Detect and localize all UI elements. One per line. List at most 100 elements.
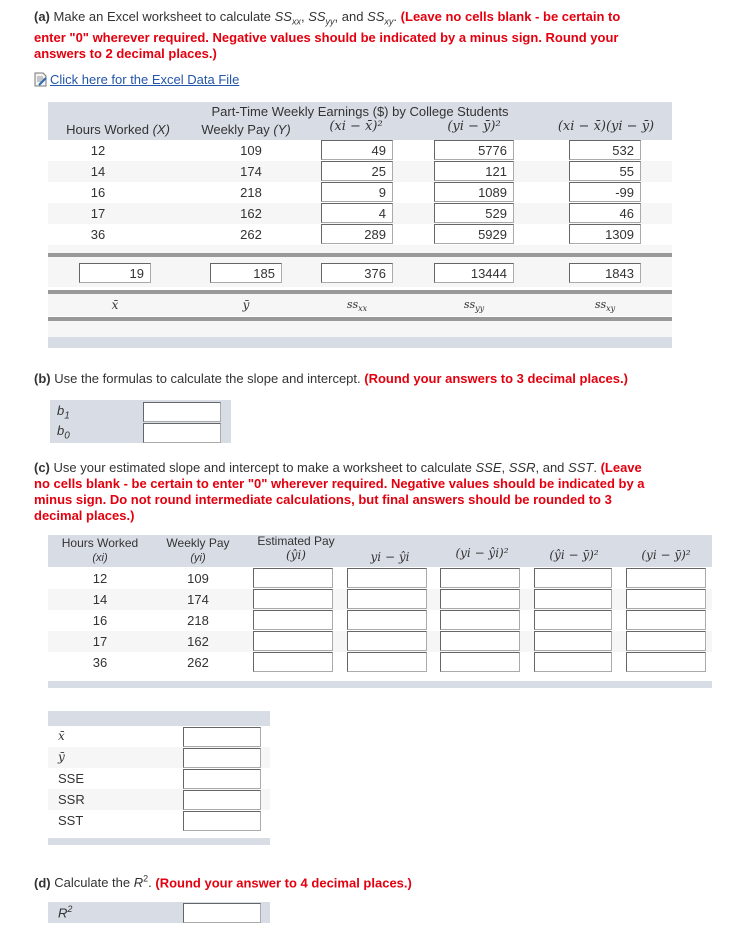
dx-squared-input[interactable]: 9 (321, 182, 393, 202)
xbar-summary-input[interactable] (183, 727, 261, 747)
ybar-summary-input[interactable] (183, 748, 261, 768)
pay-cell: 174 (240, 164, 262, 179)
hours-cell: 16 (92, 613, 108, 628)
residual-squared-input[interactable] (440, 568, 520, 588)
estimated-pay-input[interactable] (253, 568, 333, 588)
residual-input[interactable] (347, 631, 427, 651)
estimated-pay-input[interactable] (253, 652, 333, 672)
part-a-question: (a) Make an Excel worksheet to calculate… (34, 9, 644, 62)
pay-cell: 162 (187, 634, 209, 649)
regression-squared-input[interactable] (534, 631, 612, 651)
dx-squared-input[interactable]: 4 (321, 203, 393, 223)
excel-file-icon (34, 72, 48, 87)
residual-squared-input[interactable] (440, 631, 520, 651)
total-squared-input[interactable] (626, 568, 706, 588)
dy-squared-input[interactable]: 1089 (434, 182, 514, 202)
dxdy-input[interactable]: 55 (569, 161, 641, 181)
header-dxdy: (xi − x̄)(yi − ȳ) (557, 119, 655, 134)
residual-input[interactable] (347, 589, 427, 609)
ssyy-input[interactable]: 13444 (434, 263, 514, 283)
b0-label: b0 (57, 423, 70, 442)
estimated-pay-input[interactable] (253, 610, 333, 630)
ssxy-input[interactable]: 1843 (569, 263, 641, 283)
ssxy-label: ssxy (594, 298, 616, 314)
regression-squared-input[interactable] (534, 568, 612, 588)
estimated-pay-input[interactable] (253, 589, 333, 609)
part-c-question: (c) Use your estimated slope and interce… (34, 460, 654, 524)
part-c-text: Use your estimated slope and intercept t… (53, 460, 597, 475)
header-dy-squared: (yi − ȳ)² (447, 119, 501, 134)
b1-input[interactable] (143, 402, 221, 422)
ybar-summary-label: ȳ (58, 750, 65, 764)
ssyy-label: ssyy (463, 298, 485, 314)
dx-squared-input[interactable]: 49 (321, 140, 393, 160)
xbar-input[interactable]: 19 (79, 263, 151, 283)
sse-input[interactable] (183, 769, 261, 789)
residual-squared-input[interactable] (440, 652, 520, 672)
r-squared-input[interactable] (183, 903, 261, 923)
regression-squared-input[interactable] (534, 589, 612, 609)
table-a-title: Part-Time Weekly Earnings ($) by College… (211, 104, 509, 119)
part-a-label: (a) (34, 9, 50, 24)
excel-data-file-link[interactable]: Click here for the Excel Data File (50, 72, 239, 87)
header-residual-squared: (yi − ŷi)² (455, 546, 509, 560)
dx-squared-input[interactable]: 289 (321, 224, 393, 244)
b1-label: b1 (57, 403, 70, 422)
r-squared-label: R2 (58, 904, 73, 921)
header-hours-worked: Hours Worked (X) (66, 122, 170, 137)
sse-label: SSE (58, 771, 85, 786)
header-estimated-pay: Estimated Pay (ŷi) (257, 534, 335, 562)
ssxx-input[interactable]: 376 (321, 263, 393, 283)
dy-squared-input[interactable]: 529 (434, 203, 514, 223)
pay-cell: 262 (187, 655, 209, 670)
dy-squared-input[interactable]: 5929 (434, 224, 514, 244)
ssr-label: SSR (58, 792, 85, 807)
residual-squared-input[interactable] (440, 610, 520, 630)
dy-squared-input[interactable]: 121 (434, 161, 514, 181)
hours-cell: 14 (92, 592, 108, 607)
pay-cell: 262 (240, 227, 262, 242)
residual-input[interactable] (347, 610, 427, 630)
header-hours-worked-c: Hours Worked (xi) (61, 536, 139, 564)
sst-label: SST (58, 813, 84, 828)
hours-cell: 16 (90, 185, 106, 200)
residual-input[interactable] (347, 652, 427, 672)
dy-squared-input[interactable]: 5776 (434, 140, 514, 160)
excel-link-row[interactable]: Click here for the Excel Data File (34, 71, 239, 87)
total-squared-input[interactable] (626, 610, 706, 630)
xbar-label: x̄ (111, 298, 119, 312)
header-weekly-pay: Weekly Pay (Y) (201, 122, 291, 137)
part-c-label: (c) (34, 460, 50, 475)
residual-squared-input[interactable] (440, 589, 520, 609)
total-squared-input[interactable] (626, 589, 706, 609)
b0-input[interactable] (143, 423, 221, 443)
dxdy-input[interactable]: -99 (569, 182, 641, 202)
estimated-pay-input[interactable] (253, 631, 333, 651)
residual-input[interactable] (347, 568, 427, 588)
part-a-text: Make an Excel worksheet to calculate SSx… (53, 9, 398, 27)
dx-squared-input[interactable]: 25 (321, 161, 393, 181)
part-b-instruction: (Round your answers to 3 decimal places.… (364, 371, 628, 386)
total-squared-input[interactable] (626, 631, 706, 651)
part-b-question: (b) Use the formulas to calculate the sl… (34, 371, 644, 387)
header-dx-squared: (xi − x̄)² (329, 119, 383, 134)
hours-cell: 17 (90, 206, 106, 221)
hours-cell: 36 (92, 655, 108, 670)
dxdy-input[interactable]: 46 (569, 203, 641, 223)
sst-input[interactable] (183, 811, 261, 831)
ssxx-label: ssxx (346, 298, 368, 314)
total-squared-input[interactable] (626, 652, 706, 672)
ssr-input[interactable] (183, 790, 261, 810)
regression-squared-input[interactable] (534, 610, 612, 630)
dxdy-input[interactable]: 532 (569, 140, 641, 160)
dxdy-input[interactable]: 1309 (569, 224, 641, 244)
regression-squared-input[interactable] (534, 652, 612, 672)
xbar-summary-label: x̄ (58, 729, 65, 743)
hours-cell: 12 (92, 571, 108, 586)
part-b-text: Use the formulas to calculate the slope … (54, 371, 361, 386)
hours-cell: 14 (90, 164, 106, 179)
ybar-input[interactable]: 185 (210, 263, 282, 283)
pay-cell: 109 (187, 571, 209, 586)
pay-cell: 218 (187, 613, 209, 628)
part-d-text: Calculate the R2. (54, 874, 152, 891)
